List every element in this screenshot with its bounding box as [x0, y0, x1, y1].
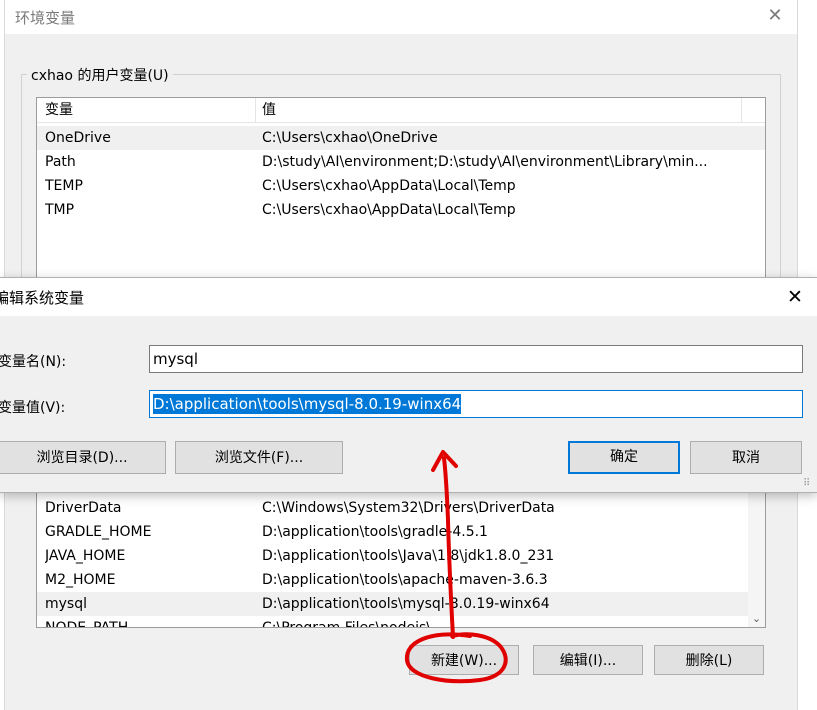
variable-value: C:\Users\cxhao\AppData\Local\Temp — [262, 202, 516, 218]
variable-value: C:\Users\cxhao\AppData\Local\Temp — [262, 178, 516, 194]
scroll-down-icon[interactable]: ⌄ — [748, 610, 765, 627]
delete-variable-button[interactable]: 删除(L) — [654, 645, 764, 675]
edit-dialog-title: 编辑系统变量 — [0, 289, 85, 307]
user-variables-group-label: cxhao 的用户变量(U) — [27, 65, 173, 85]
variable-value: C:\Windows\System32\Drivers\DriverData — [262, 500, 555, 516]
list-item[interactable]: M2_HOME D:\application\tools\apache-mave… — [37, 568, 765, 592]
column-header-name[interactable]: 变量 — [45, 98, 73, 122]
variable-name: Path — [45, 154, 76, 170]
variable-name: NODE_PATH — [45, 620, 129, 628]
system-variables-list[interactable]: DriverData C:\Windows\System32\Drivers\D… — [36, 470, 766, 628]
env-window-title: 环境变量 — [15, 9, 76, 27]
variable-value: D:\application\tools\mysql-8.0.19-winx64 — [262, 596, 550, 612]
variable-name: OneDrive — [45, 130, 111, 146]
variable-name: TEMP — [45, 178, 83, 194]
variable-value: D:\application\tools\gradle-4.5.1 — [262, 524, 488, 540]
list-item[interactable]: TEMP C:\Users\cxhao\AppData\Local\Temp — [37, 174, 765, 198]
list-item[interactable]: NODE_PATH C:\Program Files\nodejs\ — [37, 616, 765, 628]
list-item[interactable]: DriverData C:\Windows\System32\Drivers\D… — [37, 496, 765, 520]
edit-system-variable-dialog: 编辑系统变量 ✕ 变量名(N): mysql 变量值(V): D:\applic… — [0, 277, 817, 493]
variable-name-field[interactable]: mysql — [149, 345, 803, 373]
variable-value: D:\application\tools\apache-maven-3.6.3 — [262, 572, 548, 588]
env-close-icon[interactable]: ✕ — [763, 4, 787, 28]
list-item[interactable]: OneDrive C:\Users\cxhao\OneDrive — [37, 126, 765, 150]
cancel-button[interactable]: 取消 — [690, 441, 802, 474]
variable-name: mysql — [45, 596, 87, 612]
column-divider — [741, 98, 742, 122]
browse-file-button[interactable]: 浏览文件(F)... — [175, 441, 343, 474]
list-item[interactable]: JAVA_HOME D:\application\tools\Java\1.8\… — [37, 544, 765, 568]
list-item[interactable]: GRADLE_HOME D:\application\tools\gradle-… — [37, 520, 765, 544]
column-divider — [255, 98, 256, 122]
edit-dialog-titlebar: 编辑系统变量 ✕ — [0, 278, 817, 316]
variable-value-selected-text: D:\application\tools\mysql-8.0.19-winx64 — [153, 394, 462, 414]
list-item[interactable]: TMP C:\Users\cxhao\AppData\Local\Temp — [37, 198, 765, 222]
variable-value: D:\study\AI\environment;D:\study\AI\envi… — [262, 154, 708, 170]
variable-name: JAVA_HOME — [45, 548, 126, 564]
list-item[interactable]: Path D:\study\AI\environment;D:\study\AI… — [37, 150, 765, 174]
variable-name: DriverData — [45, 500, 122, 516]
variable-name-label: 变量名(N): — [0, 354, 67, 370]
env-titlebar: 环境变量 ✕ — [5, 0, 797, 34]
list-item-selected[interactable]: mysql D:\application\tools\mysql-8.0.19-… — [37, 592, 748, 616]
variable-value: D:\application\tools\Java\1.8\jdk1.8.0_2… — [262, 548, 555, 564]
variable-value: C:\Users\cxhao\OneDrive — [262, 130, 438, 146]
close-icon[interactable]: ✕ — [783, 285, 807, 309]
variable-name: TMP — [45, 202, 75, 218]
user-variables-list[interactable]: 变量 值 OneDrive C:\Users\cxhao\OneDrive Pa… — [36, 97, 766, 281]
browse-directory-button[interactable]: 浏览目录(D)... — [0, 441, 166, 474]
variable-name: M2_HOME — [45, 572, 116, 588]
variable-value: C:\Program Files\nodejs\ — [262, 620, 432, 628]
column-header-value[interactable]: 值 — [262, 98, 276, 122]
variable-value-label: 变量值(V): — [0, 400, 66, 416]
new-variable-button[interactable]: 新建(W)... — [409, 645, 519, 675]
variable-value-field[interactable]: D:\application\tools\mysql-8.0.19-winx64 — [149, 390, 803, 418]
system-variables-scrollbar[interactable]: ⌄ — [748, 471, 765, 627]
variable-name: GRADLE_HOME — [45, 524, 152, 540]
variable-name-value: mysql — [153, 350, 198, 368]
user-variables-header: 变量 值 — [37, 98, 765, 123]
edit-variable-button[interactable]: 编辑(I)... — [533, 645, 643, 675]
resize-grip-icon[interactable]: ⠿ — [803, 478, 815, 490]
ok-button[interactable]: 确定 — [568, 441, 680, 474]
